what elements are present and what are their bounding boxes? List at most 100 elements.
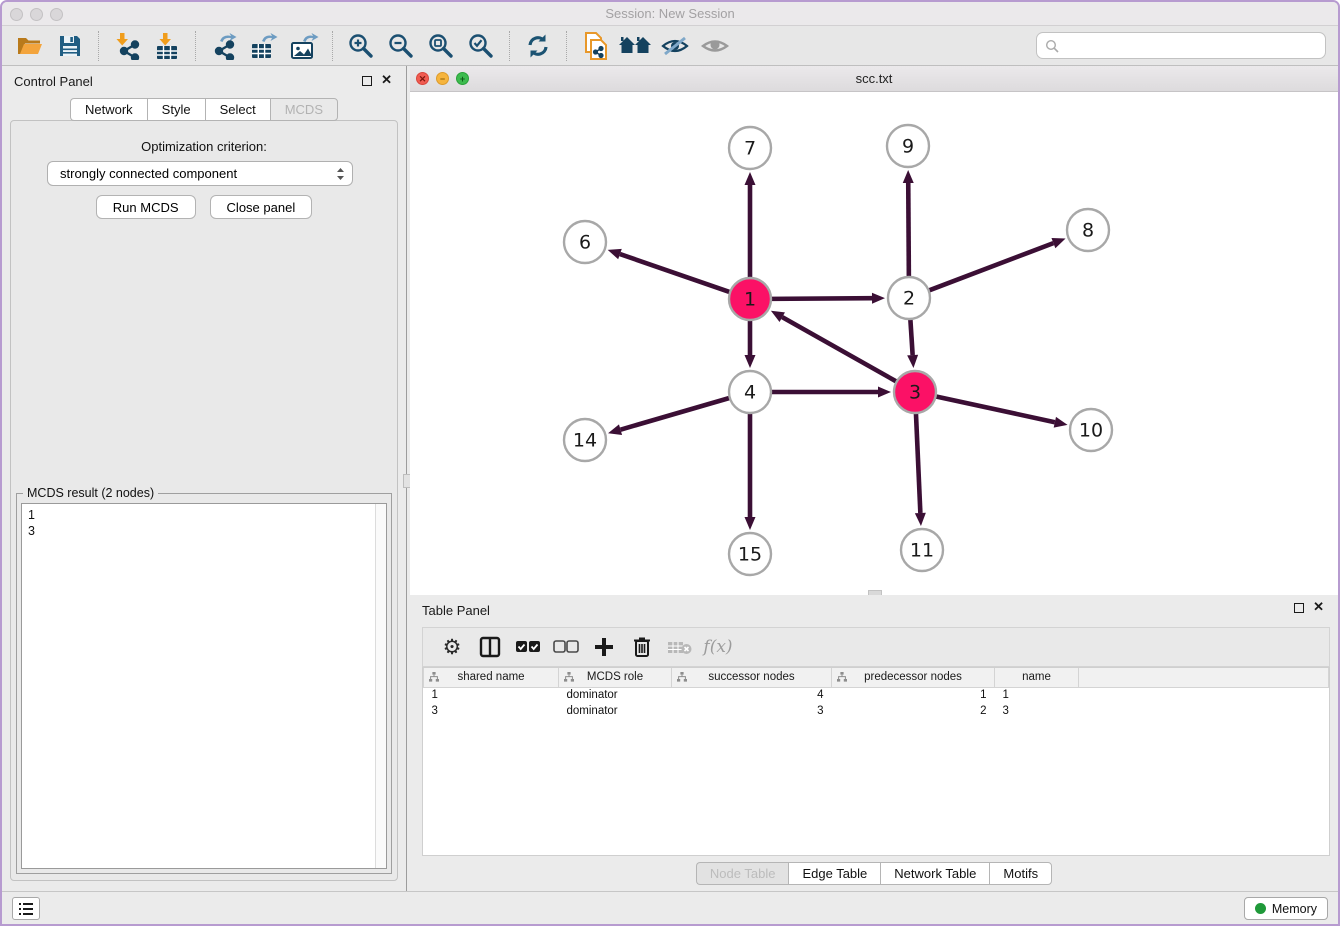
- graph-edge-1-7[interactable]: [745, 172, 756, 278]
- import-network-icon[interactable]: [110, 29, 144, 63]
- control-panel-header: Control Panel ✕: [2, 66, 406, 96]
- eye-slash-icon[interactable]: [658, 29, 692, 63]
- search-input[interactable]: [1063, 38, 1325, 53]
- column-header-name[interactable]: name: [995, 668, 1079, 687]
- graph-edge-3-1[interactable]: [771, 311, 897, 382]
- graph-node-1[interactable]: 1: [729, 278, 771, 320]
- toolbar-separator: [566, 31, 567, 61]
- gear-icon[interactable]: ⚙: [437, 632, 467, 662]
- zoom-out-icon[interactable]: [384, 29, 418, 63]
- network-canvas[interactable]: 7 9 6 8 1 2 4 3 14 10 15 11: [410, 92, 1338, 595]
- zoom-selected-icon[interactable]: [464, 29, 498, 63]
- table-tabs-strip: Node Table Edge Table Network Table Moti…: [410, 856, 1338, 891]
- mcds-result-title: MCDS result (2 nodes): [23, 486, 158, 500]
- svg-text:3: 3: [909, 382, 921, 404]
- export-table-icon[interactable]: [247, 29, 281, 63]
- svg-text:9: 9: [902, 136, 914, 158]
- column-header-filler: [1079, 668, 1329, 687]
- graph-edge-2-9[interactable]: [903, 170, 914, 277]
- deselect-all-icon[interactable]: [551, 632, 581, 662]
- column-header-successor-nodes[interactable]: successor nodes: [672, 668, 832, 687]
- main-toolbar: [2, 26, 1338, 66]
- graph-node-15[interactable]: 15: [729, 533, 771, 575]
- graph-edge-3-10[interactable]: [936, 396, 1068, 427]
- delete-column-icon[interactable]: [627, 632, 657, 662]
- svg-text:8: 8: [1082, 220, 1094, 242]
- import-table-icon[interactable]: [150, 29, 184, 63]
- table-row[interactable]: 1 dominator 4 1 1: [424, 687, 1329, 703]
- table-row[interactable]: 3 dominator 3 2 3: [424, 703, 1329, 719]
- graph-node-10[interactable]: 10: [1070, 409, 1112, 451]
- app-window: Session: New Session: [0, 0, 1340, 926]
- tab-node-table[interactable]: Node Table: [696, 862, 789, 885]
- tab-select[interactable]: Select: [205, 98, 270, 121]
- search-field[interactable]: [1036, 32, 1326, 59]
- run-mcds-button[interactable]: Run MCDS: [96, 195, 196, 219]
- duplicate-view-icon[interactable]: [578, 29, 612, 63]
- column-header-predecessor-nodes[interactable]: predecessor nodes: [832, 668, 995, 687]
- result-scrollbar[interactable]: [375, 504, 386, 868]
- graph-edge-1-4[interactable]: [745, 320, 756, 368]
- graph-node-7[interactable]: 7: [729, 127, 771, 169]
- graph-edge-4-14[interactable]: [608, 398, 730, 435]
- show-panel-list-button[interactable]: [12, 897, 40, 920]
- svg-text:7: 7: [744, 138, 756, 160]
- close-table-panel-icon[interactable]: ✕: [1313, 599, 1324, 615]
- memory-button[interactable]: Memory: [1244, 897, 1328, 920]
- node-table[interactable]: shared name MCDS role successor nodes pr…: [422, 667, 1330, 856]
- graph-node-8[interactable]: 8: [1067, 209, 1109, 251]
- graph-edge-1-6[interactable]: [608, 249, 730, 292]
- mcds-result-line: 3: [28, 523, 380, 539]
- open-session-icon[interactable]: [13, 29, 47, 63]
- svg-text:4: 4: [744, 382, 756, 404]
- export-network-icon[interactable]: [207, 29, 241, 63]
- table-toolbar: ⚙ f(x): [422, 627, 1330, 667]
- graph-node-4[interactable]: 4: [729, 371, 771, 413]
- table-header-row: shared name MCDS role successor nodes pr…: [424, 668, 1329, 687]
- tab-network[interactable]: Network: [70, 98, 147, 121]
- graph-node-9[interactable]: 9: [887, 125, 929, 167]
- eye-icon[interactable]: [698, 29, 732, 63]
- column-header-mcds-role[interactable]: MCDS role: [559, 668, 672, 687]
- graph-edge-4-15[interactable]: [745, 413, 756, 530]
- zoom-in-icon[interactable]: [344, 29, 378, 63]
- graph-edge-2-8[interactable]: [929, 238, 1066, 291]
- graph-edge-2-3[interactable]: [907, 319, 918, 368]
- tab-mcds[interactable]: MCDS: [270, 98, 338, 121]
- refresh-view-icon[interactable]: [521, 29, 555, 63]
- columns-icon[interactable]: [475, 632, 505, 662]
- delete-table-icon[interactable]: [665, 632, 695, 662]
- svg-text:11: 11: [910, 540, 934, 562]
- graph-node-14[interactable]: 14: [564, 419, 606, 461]
- graph-node-3[interactable]: 3: [894, 371, 936, 413]
- graph-edge-4-3[interactable]: [771, 387, 891, 398]
- graph-node-11[interactable]: 11: [901, 529, 943, 571]
- close-panel-icon[interactable]: ✕: [381, 72, 392, 88]
- tab-network-table[interactable]: Network Table: [880, 862, 989, 885]
- close-panel-button[interactable]: Close panel: [210, 195, 313, 219]
- graph-edge-1-2[interactable]: [771, 293, 885, 304]
- criterion-dropdown[interactable]: strongly connected component: [47, 161, 353, 186]
- control-panel: Control Panel ✕ Network Style Select MCD…: [2, 66, 406, 891]
- tab-motifs[interactable]: Motifs: [989, 862, 1052, 885]
- float-table-panel-icon[interactable]: [1294, 603, 1304, 613]
- save-session-icon[interactable]: [53, 29, 87, 63]
- graph-node-2[interactable]: 2: [888, 277, 930, 319]
- tab-edge-table[interactable]: Edge Table: [788, 862, 880, 885]
- export-image-icon[interactable]: [287, 29, 321, 63]
- svg-text:2: 2: [903, 288, 915, 310]
- column-header-shared-name[interactable]: shared name: [424, 668, 559, 687]
- function-builder-icon[interactable]: f(x): [703, 632, 733, 662]
- list-icon: [18, 902, 34, 916]
- tab-style[interactable]: Style: [147, 98, 205, 121]
- table-panel: Table Panel ✕ ⚙ f(x): [410, 595, 1338, 891]
- zoom-fit-icon[interactable]: [424, 29, 458, 63]
- svg-text:1: 1: [744, 289, 756, 311]
- float-panel-icon[interactable]: [362, 76, 372, 86]
- houses-icon[interactable]: [618, 29, 652, 63]
- graph-node-6[interactable]: 6: [564, 221, 606, 263]
- svg-text:15: 15: [738, 544, 762, 566]
- select-all-icon[interactable]: [513, 632, 543, 662]
- add-column-icon[interactable]: [589, 632, 619, 662]
- graph-edge-3-11[interactable]: [915, 413, 926, 526]
